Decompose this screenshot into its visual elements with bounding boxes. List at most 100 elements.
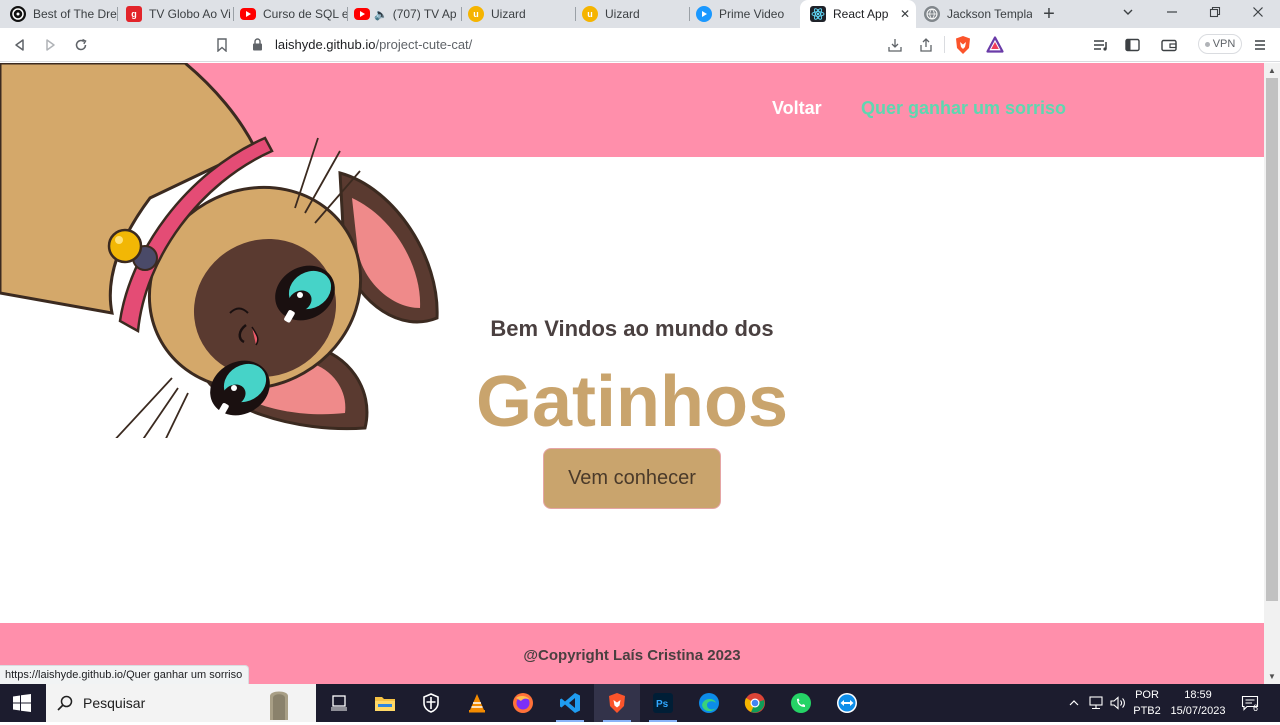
search-placeholder: Pesquisar <box>83 695 146 711</box>
nav-link-voltar[interactable]: Voltar <box>772 98 822 119</box>
tab-title: Uizard <box>605 7 640 21</box>
share-icon[interactable] <box>918 37 934 58</box>
uizard-icon: u <box>582 6 598 22</box>
teamviewer-icon[interactable] <box>824 684 870 722</box>
keyboard-layout: PTB2 <box>1133 705 1161 717</box>
bookmark-icon[interactable] <box>212 35 232 55</box>
brave-browser-icon[interactable] <box>594 684 640 722</box>
playlist-icon[interactable] <box>1091 35 1111 55</box>
wallet-icon[interactable] <box>1159 35 1179 55</box>
sidebar-icon[interactable] <box>1122 35 1142 55</box>
firefox-icon[interactable] <box>500 684 546 722</box>
lock-icon[interactable] <box>252 38 263 56</box>
menu-icon[interactable] <box>1250 35 1270 55</box>
cat-illustration <box>0 63 439 438</box>
language-code: POR <box>1135 689 1159 701</box>
music-icon <box>10 6 26 22</box>
security-shield-icon[interactable] <box>408 684 454 722</box>
download-icon[interactable] <box>887 37 903 58</box>
restore-button[interactable] <box>1203 4 1227 24</box>
scroll-thumb[interactable] <box>1266 78 1278 601</box>
tab-tv-globo[interactable]: g TV Globo Ao Vi <box>116 0 234 28</box>
copyright-text: @Copyright Laís Cristina 2023 <box>523 647 741 664</box>
speaker-icon: 🔈 <box>374 8 388 21</box>
whatsapp-icon[interactable] <box>778 684 824 722</box>
vem-conhecer-button[interactable]: Vem conhecer <box>543 448 721 509</box>
tab-jackson-template[interactable]: Jackson Templa <box>914 0 1032 28</box>
chrome-icon[interactable] <box>732 684 778 722</box>
language-indicator[interactable]: POR PTB2 <box>1130 687 1164 719</box>
globe-icon <box>924 6 940 22</box>
windows-taskbar: Pesquisar Ps POR PTB2 18:59 15/07/2023 6 <box>0 684 1280 722</box>
search-icon <box>57 695 73 716</box>
nav-link-smile[interactable]: Quer ganhar um sorriso <box>861 98 1066 119</box>
new-tab-button[interactable]: + <box>1037 4 1061 24</box>
tab-tv-app[interactable]: 🔈 (707) TV Ap <box>344 0 462 28</box>
vpn-status-dot <box>1204 41 1210 47</box>
divider <box>944 36 945 53</box>
globo-icon: g <box>126 6 142 22</box>
back-icon[interactable] <box>10 35 30 55</box>
brave-shields-icon[interactable] <box>954 35 972 60</box>
tab-title: React App <box>833 7 889 21</box>
notification-count: 6 <box>1253 703 1259 713</box>
address-bar[interactable]: laishyde.github.io/project-cute-cat/ <box>240 31 1012 59</box>
tab-react-app[interactable]: React App ✕ <box>800 0 916 28</box>
url-text[interactable]: laishyde.github.io/project-cute-cat/ <box>275 37 472 52</box>
browser-tab-strip: Best of The Dre g TV Globo Ao Vi Curso d… <box>0 0 1280 28</box>
brave-rewards-icon[interactable] <box>986 36 1004 58</box>
tab-title: Uizard <box>491 7 526 21</box>
uizard-icon: u <box>468 6 484 22</box>
prime-video-icon <box>696 6 712 22</box>
tab-curso-sql[interactable]: Curso de SQL e <box>230 0 348 28</box>
notifications-icon[interactable]: 6 <box>1238 684 1262 722</box>
windows-icon <box>13 694 31 712</box>
welcome-heading: Bem Vindos ao mundo dos <box>490 316 774 341</box>
tab-title: Curso de SQL e <box>263 7 348 21</box>
vpn-label: VPN <box>1212 38 1236 50</box>
vpn-button[interactable]: VPN <box>1198 34 1242 54</box>
taskbar-search-box[interactable]: Pesquisar <box>46 684 316 722</box>
volume-icon[interactable] <box>1108 684 1128 722</box>
vlc-icon[interactable] <box>454 684 500 722</box>
clock-date: 15/07/2023 <box>1170 705 1226 717</box>
react-icon <box>810 6 826 22</box>
url-domain: laishyde.github.io <box>275 37 376 52</box>
youtube-icon <box>354 8 370 20</box>
tray-expand-chevron-icon[interactable] <box>1066 684 1082 722</box>
forward-icon[interactable] <box>40 35 60 55</box>
tab-uizard-1[interactable]: u Uizard <box>458 0 576 28</box>
tab-title: TV Globo Ao Vi <box>149 7 231 21</box>
tab-prime-video[interactable]: Prime Video <box>686 0 804 28</box>
browser-toolbar: laishyde.github.io/project-cute-cat/ VPN <box>0 28 1280 62</box>
edge-icon[interactable] <box>686 684 732 722</box>
tab-search-chevron-icon[interactable] <box>1116 4 1140 24</box>
task-view-icon[interactable] <box>316 684 362 722</box>
link-status-bar: https://laishyde.github.io/Quer ganhar u… <box>0 665 250 684</box>
file-explorer-icon[interactable] <box>362 684 408 722</box>
close-tab-icon[interactable]: ✕ <box>900 7 910 21</box>
close-window-button[interactable] <box>1246 4 1270 24</box>
youtube-icon <box>240 8 256 20</box>
web-page: Voltar Quer ganhar um sorriso Bem Vindos… <box>0 63 1264 684</box>
reload-icon[interactable] <box>71 35 91 55</box>
scroll-down-arrow-icon[interactable]: ▼ <box>1264 669 1280 684</box>
page-scrollbar[interactable]: ▲ ▼ <box>1264 63 1280 684</box>
vscode-icon[interactable] <box>547 684 593 722</box>
network-icon[interactable] <box>1087 684 1105 722</box>
clock-time: 18:59 <box>1184 689 1212 701</box>
tab-best-of-the-dre[interactable]: Best of The Dre <box>0 0 118 28</box>
photoshop-icon[interactable]: Ps <box>640 684 686 722</box>
tab-title: Jackson Templa <box>947 7 1032 21</box>
taskbar-clock[interactable]: 18:59 15/07/2023 <box>1166 687 1230 719</box>
url-path: /project-cute-cat/ <box>375 37 473 52</box>
tab-uizard-2[interactable]: u Uizard <box>572 0 690 28</box>
svg-text:Ps: Ps <box>656 699 669 710</box>
tab-title: Best of The Dre <box>33 7 117 21</box>
tab-title: (707) TV Ap <box>392 7 457 21</box>
start-button[interactable] <box>0 684 44 722</box>
tab-title: Prime Video <box>719 7 785 21</box>
search-highlight-image <box>264 686 294 720</box>
scroll-up-arrow-icon[interactable]: ▲ <box>1264 63 1280 78</box>
minimize-button[interactable] <box>1160 4 1184 24</box>
